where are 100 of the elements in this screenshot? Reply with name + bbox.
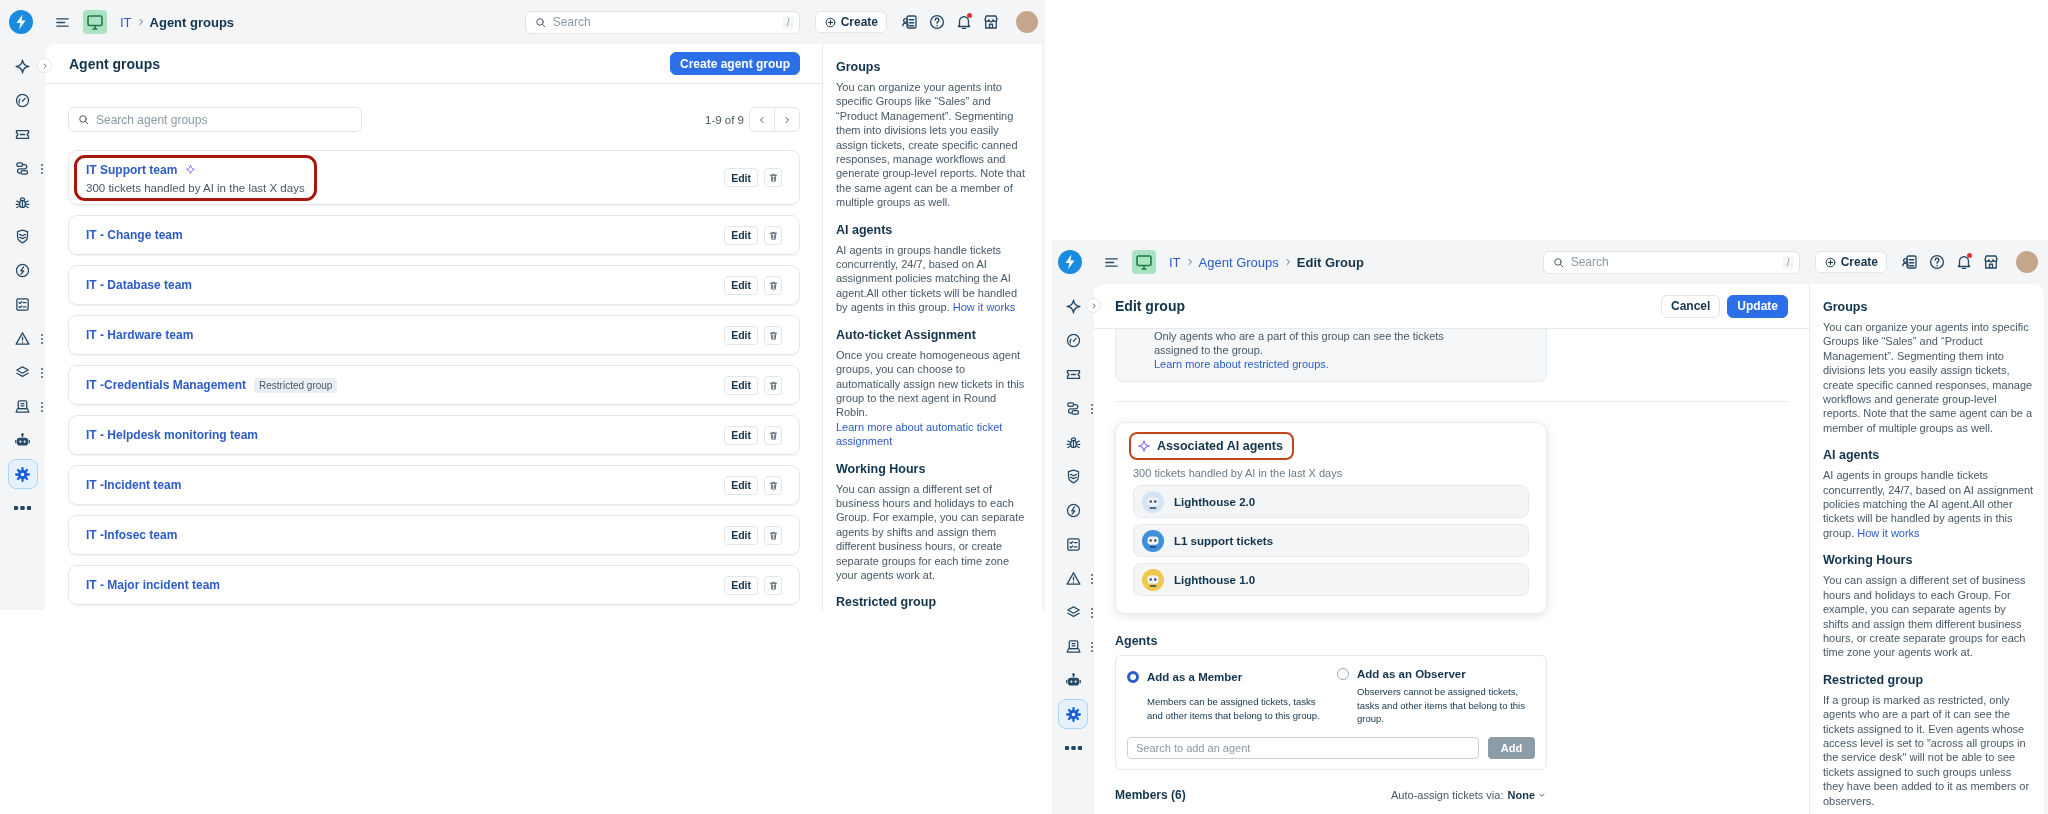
breadcrumb-link[interactable]: IT <box>120 14 132 30</box>
group-name-link[interactable]: IT - Database team <box>86 278 193 292</box>
create-button[interactable]: Create <box>1814 251 1887 273</box>
help-text: Once you create homogeneous agent groups, you can choose to automatically assign new tickets in this group to the next agent in Round Robin. Learn more about automatic ticket assignment <box>836 347 1026 449</box>
trash-icon <box>767 429 779 441</box>
breadcrumb-current: Edit Group <box>1296 254 1364 270</box>
group-name-link[interactable]: IT -Credentials Management <box>86 378 247 392</box>
agent-search-input[interactable]: Search to add an agent <box>1136 741 1470 754</box>
kebab-icon[interactable] <box>39 367 44 379</box>
bell-icon[interactable] <box>955 13 973 31</box>
search-input[interactable]: Search agent groups <box>96 112 356 127</box>
checklist-icon <box>1064 535 1082 553</box>
kebab-icon[interactable] <box>39 401 44 413</box>
settings-icon <box>1064 705 1082 723</box>
group-name-link[interactable]: IT -Incident team <box>86 478 182 492</box>
help-icon[interactable] <box>928 13 946 31</box>
trash-icon <box>767 379 779 391</box>
help-text: AI agents in groups handle tickets concurrently, 24/7, based on AI assignment policies matching the AI agent.All other tickets will be handled by agents in this group. How it works <box>836 242 1018 315</box>
search-icon <box>533 15 547 29</box>
primary-button[interactable]: Create agent group <box>670 52 800 75</box>
agent-name: L1 support tickets <box>1174 534 1274 547</box>
radio-button[interactable] <box>1127 671 1139 684</box>
monitor-icon[interactable] <box>83 10 107 34</box>
auto-assign-dropdown[interactable]: None <box>1503 788 1547 801</box>
help-link[interactable]: How it works <box>952 300 1016 315</box>
delete-button[interactable] <box>764 275 782 295</box>
primary-button[interactable]: Update <box>1727 294 1788 318</box>
create-button[interactable]: Create <box>814 11 887 33</box>
delete-button[interactable] <box>764 325 782 345</box>
contacts-icon[interactable] <box>901 13 919 31</box>
lightning-logo-icon[interactable] <box>9 10 33 34</box>
help-link[interactable]: Learn more about automatic ticket assignment <box>836 419 1026 449</box>
edit-button[interactable]: Edit <box>724 575 758 595</box>
section-title: Restricted group <box>1823 671 1924 688</box>
delete-button[interactable] <box>764 525 782 545</box>
edit-button[interactable]: Edit <box>724 525 758 545</box>
edit-button[interactable]: Edit <box>724 168 758 187</box>
group-name-link[interactable]: IT - Helpdesk monitoring team <box>86 428 259 442</box>
contacts-icon[interactable] <box>1901 253 1919 271</box>
edit-button[interactable]: Edit <box>724 475 758 495</box>
sidebar-item[interactable] <box>7 459 38 489</box>
kebab-icon[interactable] <box>1090 607 1094 619</box>
group-name-link[interactable]: IT - Major incident team <box>86 578 220 592</box>
delete-button[interactable] <box>764 375 782 395</box>
lightning-logo-icon[interactable] <box>1058 250 1082 274</box>
help-link[interactable]: How it works <box>1857 525 1920 541</box>
auto-assign-label: Auto-assign tickets via: <box>1391 788 1504 801</box>
delete-button[interactable] <box>764 575 782 595</box>
kebab-icon[interactable] <box>1090 573 1094 585</box>
agent-search-field[interactable]: Search to add an agent <box>1127 736 1479 759</box>
breadcrumb-link[interactable]: IT <box>1169 254 1181 270</box>
agent-name: Lighthouse 2.0 <box>1174 495 1256 508</box>
breadcrumb-link[interactable]: Agent Groups <box>1198 254 1279 270</box>
search-icon <box>1551 255 1565 269</box>
group-name-link[interactable]: IT -Infosec team <box>86 528 178 542</box>
ai-stats: 300 tickets handled by AI in the last X days <box>1133 467 1344 479</box>
search-field[interactable]: Search agent groups <box>68 107 362 132</box>
edit-button[interactable]: Edit <box>724 225 758 245</box>
edit-button[interactable]: Edit <box>724 375 758 395</box>
search-input[interactable]: Search <box>1570 255 1777 269</box>
edit-button[interactable]: Edit <box>724 325 758 345</box>
gauge-icon <box>1064 331 1082 349</box>
members-title: Members (6) <box>1115 787 1186 802</box>
group-name-link[interactable]: IT - Change team <box>86 228 183 242</box>
warning-icon <box>1064 569 1082 587</box>
sidebar-item[interactable] <box>1058 699 1088 729</box>
kebab-icon[interactable] <box>1090 403 1094 415</box>
help-icon[interactable] <box>1928 253 1946 271</box>
info-link[interactable]: Learn more about restricted groups. <box>1154 357 1486 371</box>
store-icon[interactable] <box>982 13 1000 31</box>
option-description: Members can be assigned tickets, tasks and other items that belong to this group. <box>1147 695 1321 723</box>
group-name-link[interactable]: IT - Hardware team <box>86 328 194 342</box>
delete-button[interactable] <box>764 225 782 245</box>
ai-agent-row[interactable]: Lighthouse 2.0 <box>1133 485 1529 518</box>
bell-icon[interactable] <box>1955 253 1973 271</box>
ai-agent-row[interactable]: L1 support tickets <box>1133 524 1529 557</box>
delete-button[interactable] <box>764 425 782 445</box>
edit-button[interactable]: Edit <box>724 425 758 445</box>
delete-button[interactable] <box>764 475 782 495</box>
kebab-icon[interactable] <box>39 333 44 345</box>
edit-button[interactable]: Edit <box>724 275 758 295</box>
section-title: Working Hours <box>1823 552 1914 569</box>
kebab-icon[interactable] <box>39 163 44 175</box>
radio-button[interactable] <box>1337 668 1349 680</box>
settings-icon <box>14 465 31 483</box>
group-name-link[interactable]: IT Support team <box>86 162 178 177</box>
search-input[interactable]: Search <box>552 15 777 29</box>
help-text: You can assign a different set of business hours and holidays to each Group. For example, you can separate agents by shifts and assign them different business hours, or create separate groups for each time zone your agents work at. <box>1823 573 2027 660</box>
kebab-icon[interactable] <box>1090 641 1094 653</box>
monitor-icon[interactable] <box>1132 250 1156 274</box>
section-title: Groups <box>836 59 882 75</box>
delete-button[interactable] <box>764 168 782 187</box>
warning-icon <box>14 329 31 347</box>
group-stats: 300 tickets handled by AI in the last X days <box>86 181 305 194</box>
shield-icon <box>14 227 31 245</box>
ai-agent-row[interactable]: Lighthouse 1.0 <box>1133 563 1529 596</box>
secondary-button[interactable]: Cancel <box>1660 294 1721 318</box>
sparkle-icon <box>1137 439 1151 453</box>
help-text: You can assign a different set of business hours and holidays to each Group. For example, you can separate agents by shifts and assign them different business hours, or create separate groups for each time zone your agents work at. <box>836 481 1026 583</box>
store-icon[interactable] <box>1982 253 2000 271</box>
